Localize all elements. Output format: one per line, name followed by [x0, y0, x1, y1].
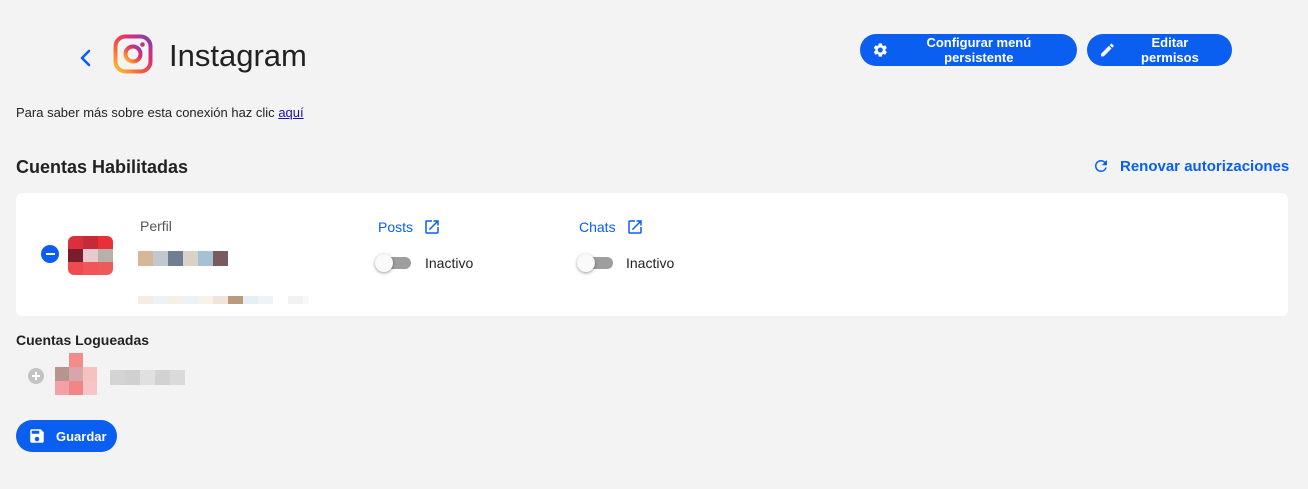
- connection-info-text: Para saber más sobre esta conexión haz c…: [16, 105, 279, 120]
- logged-accounts-title: Cuentas Logueadas: [16, 332, 150, 348]
- edit-permissions-button[interactable]: Editar permisos: [1087, 34, 1232, 66]
- chats-column-link[interactable]: Chats: [579, 218, 644, 236]
- more-info-link[interactable]: aquí: [278, 105, 303, 120]
- account-id-redacted: [138, 296, 309, 304]
- page-title: Instagram: [169, 38, 307, 73]
- renew-authorizations-button[interactable]: Renovar autorizaciones: [1092, 157, 1289, 175]
- posts-column-label: Posts: [378, 219, 414, 235]
- posts-column-link[interactable]: Posts: [378, 218, 441, 236]
- enabled-accounts-title: Cuentas Habilitadas: [16, 157, 189, 177]
- logged-account-avatar: [55, 353, 97, 395]
- renew-authorizations-label: Renovar autorizaciones: [1120, 157, 1290, 175]
- logged-account-name-redacted: [110, 370, 185, 385]
- profile-column-label: Perfil: [140, 218, 172, 234]
- chevron-left-icon: [80, 49, 91, 67]
- chats-toggle[interactable]: [577, 254, 615, 272]
- open-in-new-icon: [425, 220, 439, 234]
- chats-toggle-knob: [577, 254, 595, 272]
- floppy-disk-icon: [30, 429, 44, 443]
- pencil-icon: [1101, 43, 1114, 57]
- connection-info: Para saber más sobre esta conexión haz c…: [16, 105, 304, 120]
- gear-icon: [873, 43, 887, 57]
- posts-toggle[interactable]: [375, 254, 413, 272]
- remove-account-button[interactable]: [41, 245, 59, 263]
- refresh-icon: [1095, 160, 1107, 172]
- configure-persistent-menu-label: Configurar menú persistente: [926, 35, 1032, 65]
- back-button[interactable]: [72, 44, 100, 72]
- open-in-new-icon: [627, 220, 642, 234]
- configure-persistent-menu-button[interactable]: Configurar menú persistente: [860, 34, 1077, 66]
- chats-status-label: Inactivo: [626, 255, 675, 271]
- posts-status-label: Inactivo: [425, 255, 474, 271]
- instagram-logo-icon: [113, 34, 153, 74]
- account-name-redacted: [138, 251, 228, 266]
- save-label: Guardar: [56, 428, 107, 444]
- edit-permissions-label: Editar permisos: [1141, 35, 1199, 65]
- add-account-button[interactable]: [28, 368, 44, 384]
- posts-toggle-knob: [375, 254, 393, 272]
- chats-column-label: Chats: [579, 219, 616, 235]
- account-avatar: [68, 236, 113, 275]
- enabled-account-card: Perfil Posts Inactivo Chats Inactivo: [16, 193, 1288, 316]
- save-button[interactable]: Guardar: [16, 420, 117, 452]
